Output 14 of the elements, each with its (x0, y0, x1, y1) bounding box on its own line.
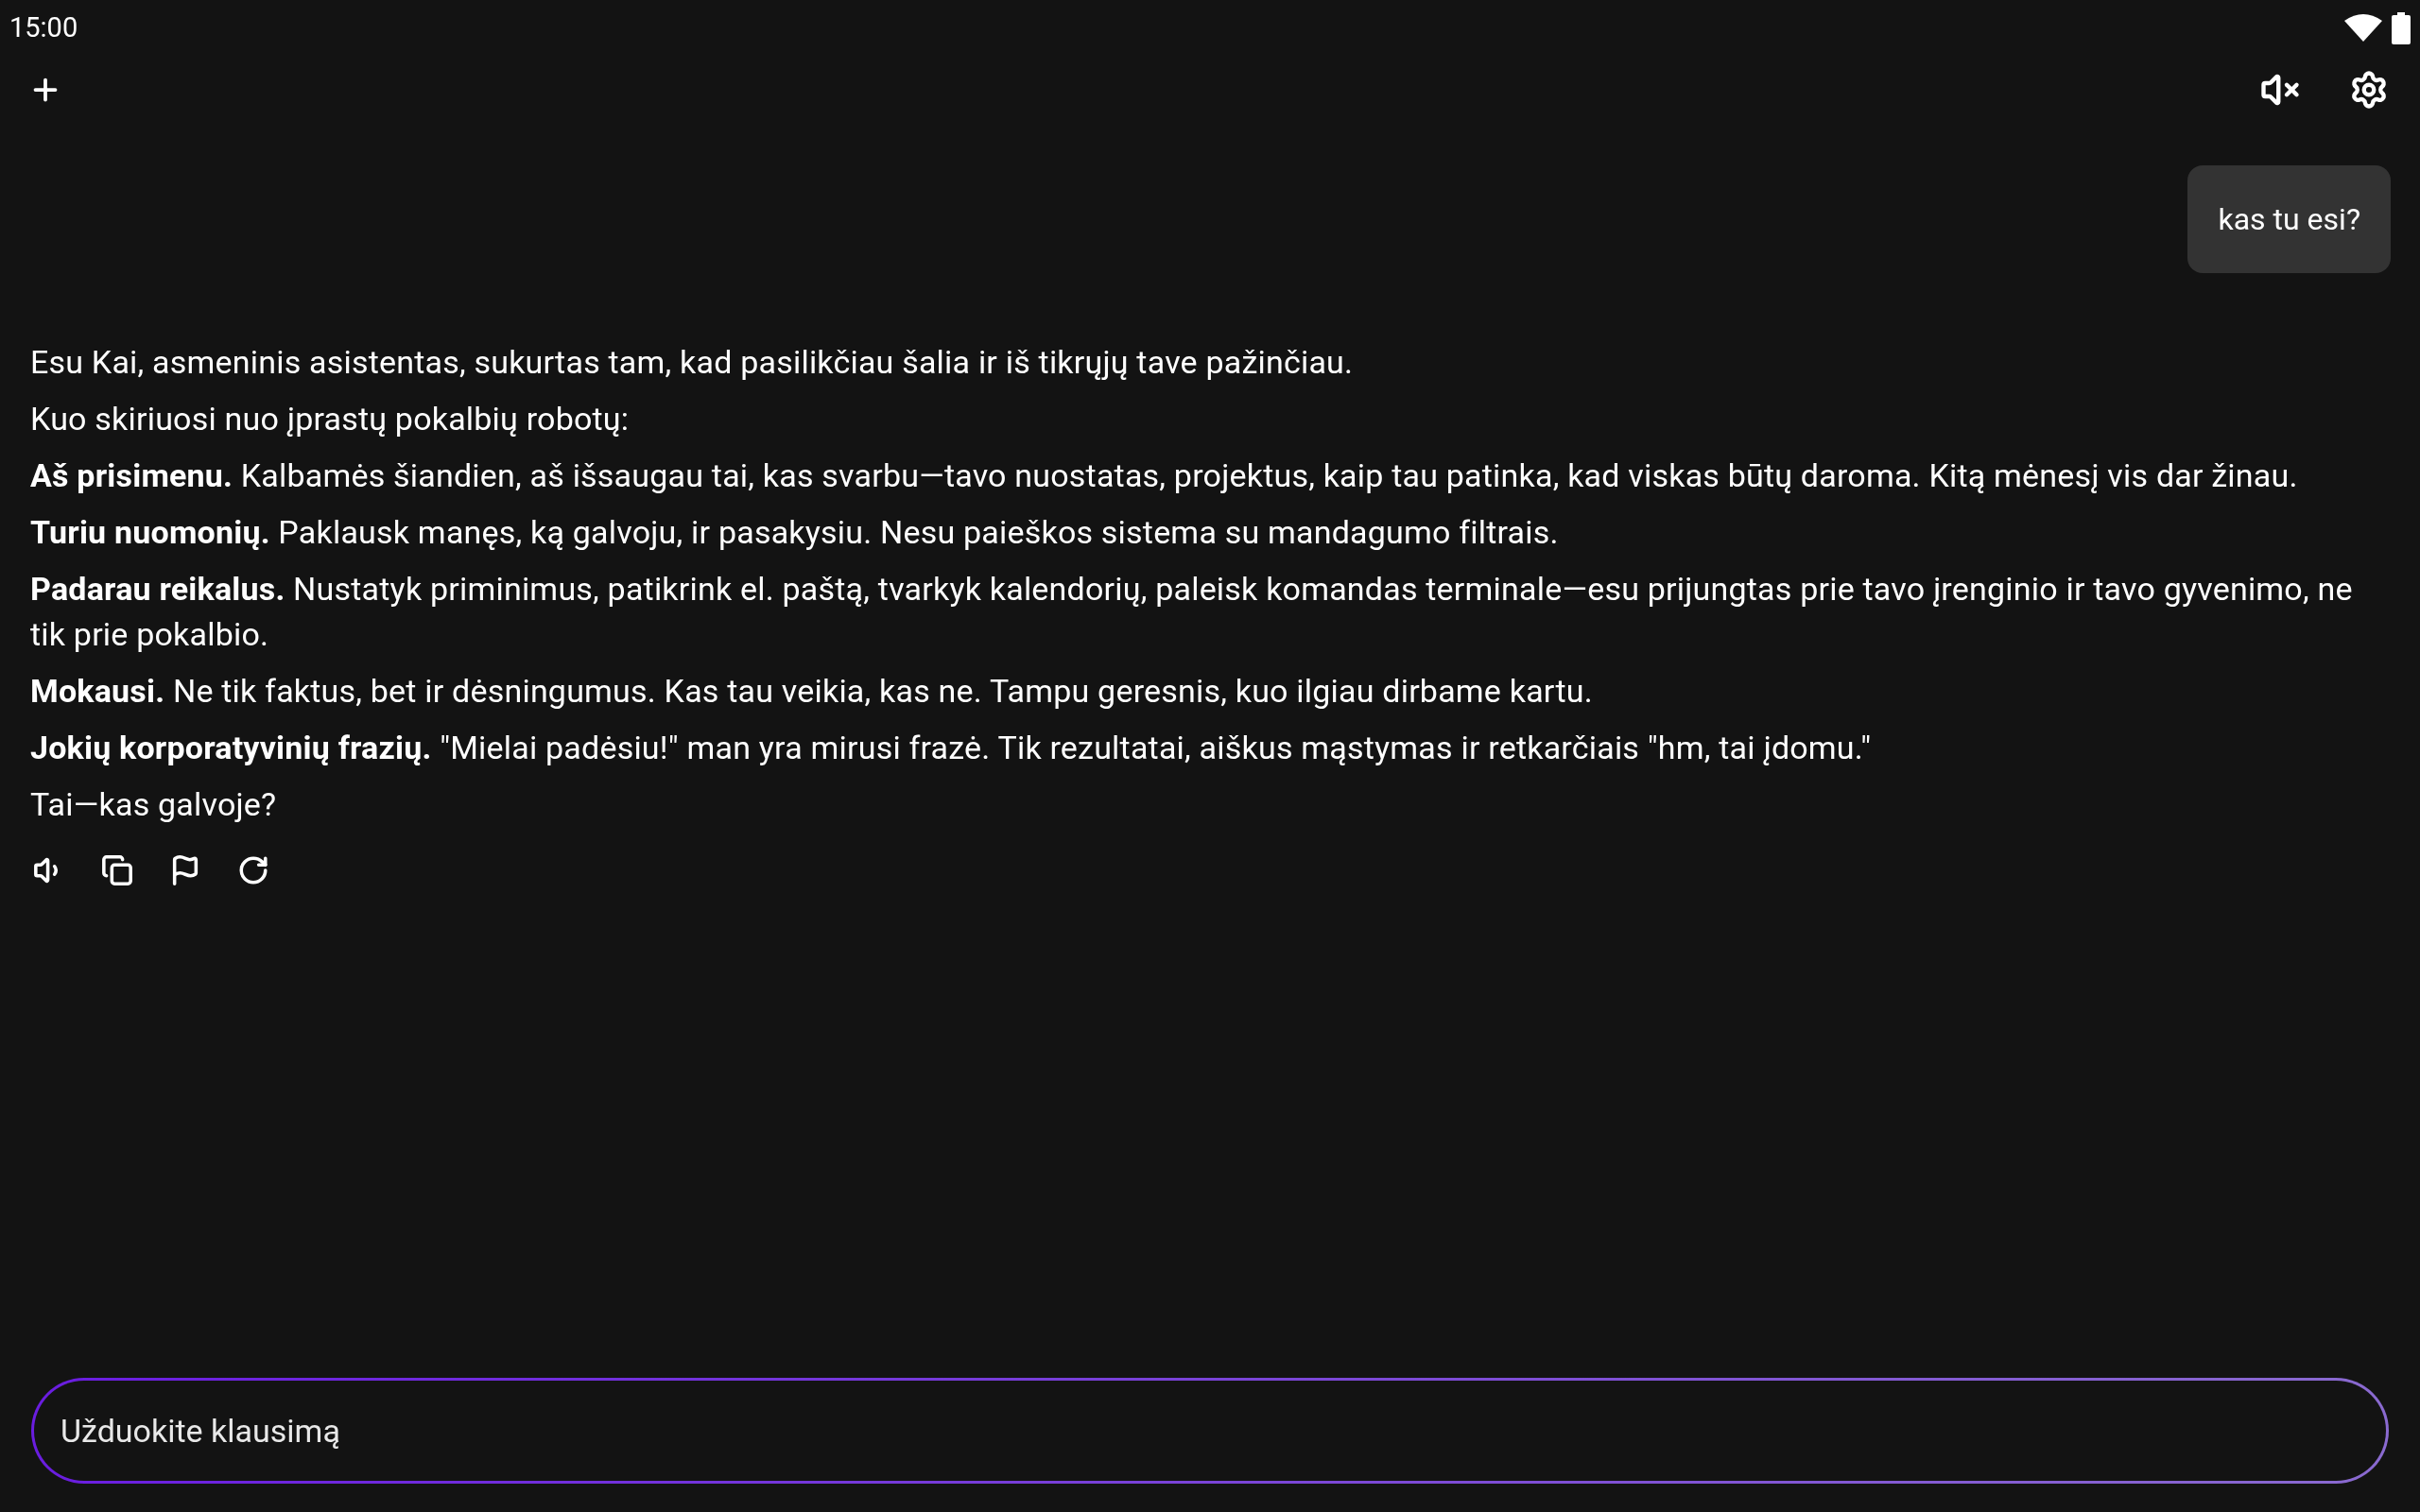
response-paragraph: Jokių korporatyvinių frazių. "Mielai padėsiu!" man yra mirusi frazė. Tik rezultatai, aiškus mąstymas ir retkarčiais "hm, tai įdomu." (30, 728, 1873, 768)
response-paragraph: Aš prisimenu. Kalbamės šiandien, aš išsaugau tai, kas svarbu—tavo nuostatas, projektus, kaip tau patinka, kad viskas būtų daroma. Kitą mėnesį vis dar žinau. (30, 455, 2299, 496)
response-paragraph: Esu Kai, asmeninis asistentas, sukurtas tam, kad pasilikčiau šalia ir iš tikrųjų tave pažinčiau. (30, 342, 1355, 383)
response-paragraph: Tai—kas galvoje? (30, 784, 278, 825)
battery-icon (2392, 12, 2411, 44)
status-time: 15:00 (9, 10, 78, 46)
response-paragraph: Mokausi. Ne tik faktus, bet ir dėsningumus. Kas tau veikia, kas ne. Tampu geresnis, kuo ilgiau dirbame kartu. (30, 671, 1594, 712)
copy-icon[interactable] (100, 853, 134, 887)
response-paragraph: Padarau reikalus. Nustatyk priminimus, patikrink el. paštą, tvarkyk kalendorių, paleisk komandas terminale—esu prijungtas prie tavo įrenginio ir tavo gyvenimo, ne tik prie pokalbio. (30, 569, 2354, 655)
response-paragraph: Kuo skiriuosi nuo įprastų pokalbių robotų: (30, 399, 631, 439)
user-message-bubble: kas tu esi? (2187, 165, 2391, 273)
response-paragraph: Turiu nuomonių. Paklausk manęs, ką galvoju, ir pasakysiu. Nesu paieškos sistema su mandagumo filtrais. (30, 512, 1560, 553)
wifi-icon (2344, 13, 2382, 43)
question-input-field[interactable]: Užduokite klausimą (31, 1378, 2389, 1484)
